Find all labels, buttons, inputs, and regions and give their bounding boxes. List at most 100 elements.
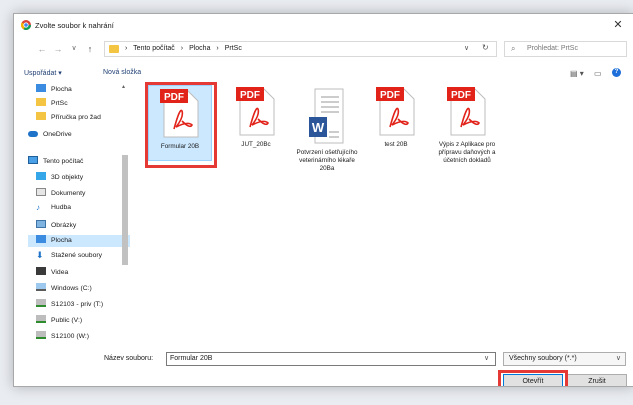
- drive-icon: [36, 283, 46, 291]
- svg-text:W: W: [312, 120, 325, 135]
- sidebar-item-label: OneDrive: [43, 131, 72, 138]
- folder-icon: [36, 98, 46, 106]
- network-drive-icon: [36, 331, 46, 339]
- breadcrumb-separator: ›: [216, 45, 219, 52]
- network-drive-icon: [36, 299, 46, 307]
- breadcrumb-separator: ›: [125, 45, 128, 52]
- navigation-bar: ← → ∨ ↑ › Tento počítač › Plocha › PrtSc…: [14, 38, 633, 60]
- breadcrumb-separator: ›: [180, 45, 184, 52]
- sidebar-item-prtsc[interactable]: PrtSc: [36, 98, 68, 110]
- file-item[interactable]: PDF Výpis z Aplikace pro přípravu daňový…: [432, 87, 502, 165]
- file-item[interactable]: PDF JUT_20Bc: [224, 87, 288, 149]
- sidebar-item-label: Public (V:): [51, 317, 83, 324]
- file-name: JUT_20Bc: [241, 141, 271, 148]
- address-bar[interactable]: › Tento počítač › Plocha › PrtSc ∨ ↻: [104, 41, 497, 57]
- svg-text:PDF: PDF: [451, 90, 471, 101]
- sidebar-item-label: Dokumenty: [51, 190, 86, 197]
- window-title: Zvolte soubor k nahrání: [35, 21, 114, 30]
- file-item[interactable]: W Potvrzení ošetřujícího veterinárního l…: [294, 87, 360, 173]
- sidebar-item-label: Windows (C:): [51, 285, 92, 292]
- help-icon[interactable]: ?: [612, 68, 621, 77]
- recent-locations-icon[interactable]: ∨: [68, 42, 80, 56]
- up-button[interactable]: ↑: [84, 42, 96, 56]
- sidebar-item-hudba[interactable]: ♪ Hudba: [36, 204, 71, 216]
- chrome-icon: [21, 20, 31, 30]
- sidebar-item-videa[interactable]: Videa: [36, 267, 68, 279]
- breadcrumb-item[interactable]: Tento počítač: [133, 45, 175, 52]
- network-drive-icon: [36, 315, 46, 323]
- computer-icon: [28, 156, 38, 164]
- pdf-file-icon: PDF: [447, 87, 486, 136]
- scroll-up-icon[interactable]: ▴: [122, 83, 125, 90]
- navigation-pane: Plocha PrtSc Příručka pro žad OneDrive T…: [14, 83, 131, 359]
- address-dropdown-button[interactable]: ∨: [464, 44, 469, 52]
- forward-button[interactable]: →: [52, 42, 64, 56]
- sidebar-item-label: Hudba: [51, 204, 72, 211]
- sidebar-item-obrazky[interactable]: Obrázky: [36, 220, 76, 232]
- title-bar: Zvolte soubor k nahrání ✕: [14, 14, 633, 36]
- file-list: PDF Formular 20B PDF JUT_20Bc W Potvrzen…: [132, 82, 633, 359]
- sidebar-item-plocha-selected[interactable]: Plocha: [28, 235, 130, 247]
- filetype-select[interactable]: Všechny soubory (*.*) ∨: [503, 352, 626, 366]
- sidebar-item-public[interactable]: Public (V:): [36, 315, 82, 327]
- documents-icon: [36, 188, 46, 196]
- word-file-icon: W: [309, 88, 344, 144]
- sidebar-item-prirucka[interactable]: Příručka pro žad: [36, 112, 101, 124]
- breadcrumb-item[interactable]: PrtSc: [225, 45, 242, 52]
- back-button[interactable]: ←: [36, 42, 48, 56]
- sidebar-item-3d-objekty[interactable]: 3D objekty: [36, 172, 83, 184]
- search-placeholder: Prohledat: PrtSc: [527, 45, 578, 52]
- pdf-file-icon: PDF: [236, 87, 275, 136]
- sidebar-item-label: Videa: [51, 269, 69, 276]
- sidebar-item-dokumenty[interactable]: Dokumenty: [36, 188, 85, 200]
- close-button[interactable]: ✕: [603, 14, 633, 36]
- selection-highlight-frame: [145, 82, 217, 168]
- svg-text:PDF: PDF: [240, 90, 260, 101]
- sidebar-item-label: Plocha: [51, 237, 72, 244]
- open-button-highlight-frame: [498, 370, 568, 386]
- filename-input[interactable]: Formular 20B: [166, 352, 496, 366]
- sidebar-item-plocha-quick[interactable]: Plocha: [36, 84, 72, 96]
- file-name: Potvrzení ošetřujícího veterinárního lék…: [296, 149, 358, 172]
- sidebar-item-tento-pocitac[interactable]: Tento počítač: [28, 156, 83, 168]
- filename-dropdown-icon[interactable]: ∨: [484, 354, 489, 362]
- preview-pane-icon[interactable]: ▭: [594, 69, 602, 78]
- sidebar-item-windows-c[interactable]: Windows (C:): [36, 283, 92, 295]
- pdf-file-icon: PDF: [376, 87, 415, 136]
- file-open-dialog: Zvolte soubor k nahrání ✕ ← → ∨ ↑ › Tent…: [13, 13, 633, 387]
- sidebar-item-s12103[interactable]: S12103 - priv (T:): [36, 299, 103, 311]
- search-box[interactable]: ⌕ Prohledat: PrtSc: [504, 41, 627, 57]
- music-icon: ♪: [36, 203, 40, 212]
- pictures-icon: [36, 220, 46, 228]
- breadcrumb: › Tento počítač › Plocha › PrtSc: [125, 45, 246, 52]
- folder-icon: [36, 112, 46, 120]
- bottom-bar: Název souboru: Formular 20B ∨ Všechny so…: [14, 352, 633, 386]
- cancel-button[interactable]: Zrušit: [567, 374, 627, 386]
- video-icon: [36, 267, 46, 275]
- sidebar-item-label: Příručka pro žad: [51, 114, 101, 121]
- breadcrumb-item[interactable]: Plocha: [189, 45, 210, 52]
- sidebar-item-label: S12100 (W:): [51, 333, 90, 340]
- sidebar-item-label: Stažené soubory: [51, 252, 103, 259]
- refresh-button[interactable]: ↻: [482, 43, 489, 52]
- sidebar-item-stazene-soubory[interactable]: ⬇ Stažené soubory: [36, 251, 102, 263]
- file-item[interactable]: PDF test 20B: [364, 87, 428, 149]
- download-icon: ⬇: [36, 250, 44, 260]
- desktop-icon: [36, 235, 46, 243]
- filename-label: Název souboru:: [104, 355, 154, 362]
- scrollbar-thumb[interactable]: [122, 155, 128, 265]
- chevron-down-icon: ∨: [615, 355, 621, 362]
- sidebar-item-s12100[interactable]: S12100 (W:): [36, 331, 89, 343]
- filetype-value: Všechny soubory (*.*): [509, 355, 577, 362]
- sidebar-item-label: S12103 - priv (T:): [51, 301, 104, 308]
- sidebar-item-label: 3D objekty: [51, 174, 84, 181]
- sidebar-item-label: PrtSc: [51, 100, 68, 107]
- new-folder-button[interactable]: Nová složka: [103, 69, 141, 76]
- view-options-icon[interactable]: ▤ ▾: [570, 69, 584, 78]
- organize-button[interactable]: Uspořádat ▾: [24, 69, 62, 77]
- sidebar-scrollbar[interactable]: ▴: [121, 83, 129, 356]
- search-icon: ⌕: [511, 44, 516, 53]
- sidebar-item-onedrive[interactable]: OneDrive: [28, 131, 72, 143]
- sidebar-item-label: Tento počítač: [43, 158, 84, 165]
- folder-icon: [109, 45, 119, 53]
